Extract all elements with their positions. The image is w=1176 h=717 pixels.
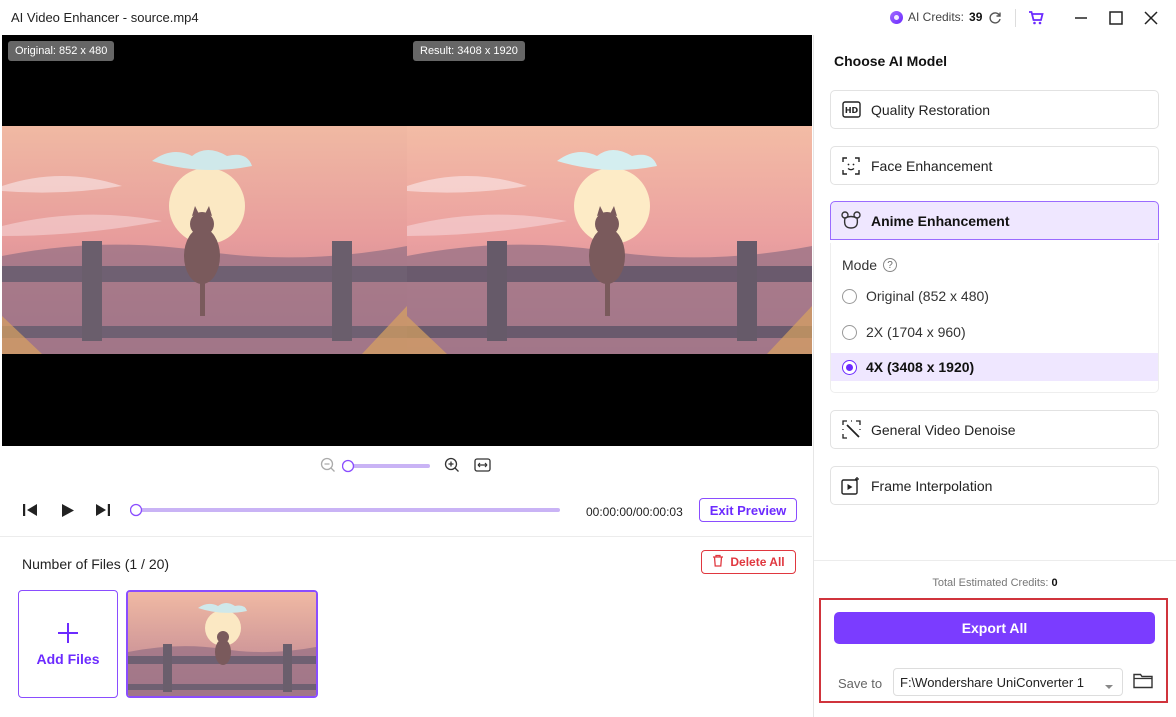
model-anime-enhancement[interactable]: Anime Enhancement — [830, 201, 1159, 240]
mode-label-text: Mode — [842, 257, 878, 273]
zoom-slider-track — [348, 464, 430, 468]
zoom-slider[interactable] — [342, 458, 434, 474]
chevron-down-icon — [1104, 678, 1114, 693]
model-general-video-denoise[interactable]: General Video Denoise — [830, 410, 1159, 449]
file-thumbnail[interactable] — [126, 590, 318, 698]
folder-icon[interactable] — [1133, 672, 1153, 690]
save-path-select[interactable]: F:\Wondershare UniConverter 1 — [893, 668, 1123, 696]
original-frame — [2, 126, 407, 354]
option-label: 4X (3408 x 1920) — [866, 359, 975, 375]
model-face-enhancement[interactable]: Face Enhancement — [830, 146, 1159, 185]
plus-icon — [57, 622, 79, 647]
play-icon[interactable] — [61, 503, 75, 521]
denoise-wand-icon — [841, 420, 861, 440]
save-to-label: Save to — [838, 676, 883, 691]
option-label: Original (852 x 480) — [866, 288, 989, 304]
mode-label: Mode ? — [842, 257, 898, 273]
title-bar: AI Video Enhancer - source.mp4 AI Credit… — [0, 0, 1176, 35]
result-frame — [407, 126, 812, 354]
video-preview: Original: 852 x 480 Result: 3408 x 1920 — [2, 35, 812, 446]
radio-button — [842, 324, 857, 340]
divider — [0, 536, 812, 537]
mode-option-2x[interactable]: 2X (1704 x 960) — [831, 318, 1158, 346]
credit-coin-icon — [890, 10, 903, 24]
window-title: AI Video Enhancer - source.mp4 — [11, 10, 199, 25]
model-label: General Video Denoise — [871, 421, 1016, 438]
total-label: Total Estimated Credits: — [932, 577, 1049, 589]
add-files-label: Add Files — [36, 650, 100, 667]
previous-frame-icon[interactable] — [22, 503, 38, 520]
progress-track — [136, 508, 560, 512]
trash-icon — [712, 554, 724, 570]
mode-option-4x[interactable]: 4X (3408 x 1920) — [831, 353, 1158, 381]
close-icon[interactable] — [1141, 8, 1161, 28]
panel-divider — [813, 35, 814, 717]
hd-icon: HD — [841, 100, 861, 120]
playback-time: 00:00:00/00:00:03 — [586, 505, 683, 519]
progress-slider[interactable] — [130, 502, 562, 518]
credits-value: 39 — [969, 10, 983, 24]
radio-button-selected — [842, 359, 857, 375]
model-label: Quality Restoration — [871, 101, 991, 118]
add-files-button[interactable]: Add Files — [18, 590, 118, 698]
player-controls: 00:00:00/00:00:03 Exit Preview — [0, 494, 812, 528]
mode-option-original[interactable]: Original (852 x 480) — [831, 282, 1158, 310]
frame-play-icon — [841, 476, 861, 496]
file-count-label: Number of Files (1 / 20) — [22, 556, 170, 572]
title-separator — [1015, 9, 1016, 27]
save-path-value: F:\Wondershare UniConverter 1 — [900, 674, 1085, 690]
panel-bottom-divider — [814, 560, 1176, 561]
radio-button — [842, 288, 857, 304]
svg-text:HD: HD — [844, 106, 858, 115]
cart-icon[interactable] — [1026, 8, 1046, 28]
credits-label: AI Credits: — [908, 10, 965, 24]
next-frame-icon[interactable] — [95, 503, 111, 520]
export-all-button[interactable]: Export All — [834, 612, 1155, 644]
model-label: Face Enhancement — [871, 157, 993, 174]
result-resolution-tag: Result: 3408 x 1920 — [413, 41, 525, 61]
refresh-icon[interactable] — [985, 8, 1005, 28]
zoom-in-icon[interactable] — [444, 457, 462, 475]
fit-width-icon[interactable] — [474, 457, 492, 475]
model-frame-interpolation[interactable]: Frame Interpolation — [830, 466, 1159, 505]
model-label: Frame Interpolation — [871, 477, 993, 494]
zoom-controls — [320, 457, 492, 475]
model-label: Anime Enhancement — [871, 212, 1010, 229]
exit-preview-button[interactable]: Exit Preview — [699, 498, 797, 522]
zoom-slider-knob — [342, 459, 355, 473]
choose-model-title: Choose AI Model — [834, 53, 948, 69]
anime-bear-icon — [841, 211, 861, 231]
zoom-out-icon[interactable] — [320, 457, 338, 475]
progress-knob — [130, 503, 143, 517]
help-icon[interactable]: ? — [883, 258, 898, 272]
option-label: 2X (1704 x 960) — [866, 324, 966, 340]
minimize-icon[interactable] — [1071, 8, 1091, 28]
ai-credits[interactable]: AI Credits: 39 — [890, 10, 982, 24]
face-scan-icon — [841, 156, 861, 176]
original-resolution-tag: Original: 852 x 480 — [8, 41, 115, 61]
delete-all-button[interactable]: Delete All — [701, 550, 796, 574]
model-quality-restoration[interactable]: HD Quality Restoration — [830, 90, 1159, 129]
total-value: 0 — [1051, 577, 1058, 589]
delete-all-label: Delete All — [730, 555, 785, 569]
maximize-icon[interactable] — [1106, 8, 1126, 28]
total-estimated-credits: Total Estimated Credits: 0 — [814, 577, 1176, 589]
